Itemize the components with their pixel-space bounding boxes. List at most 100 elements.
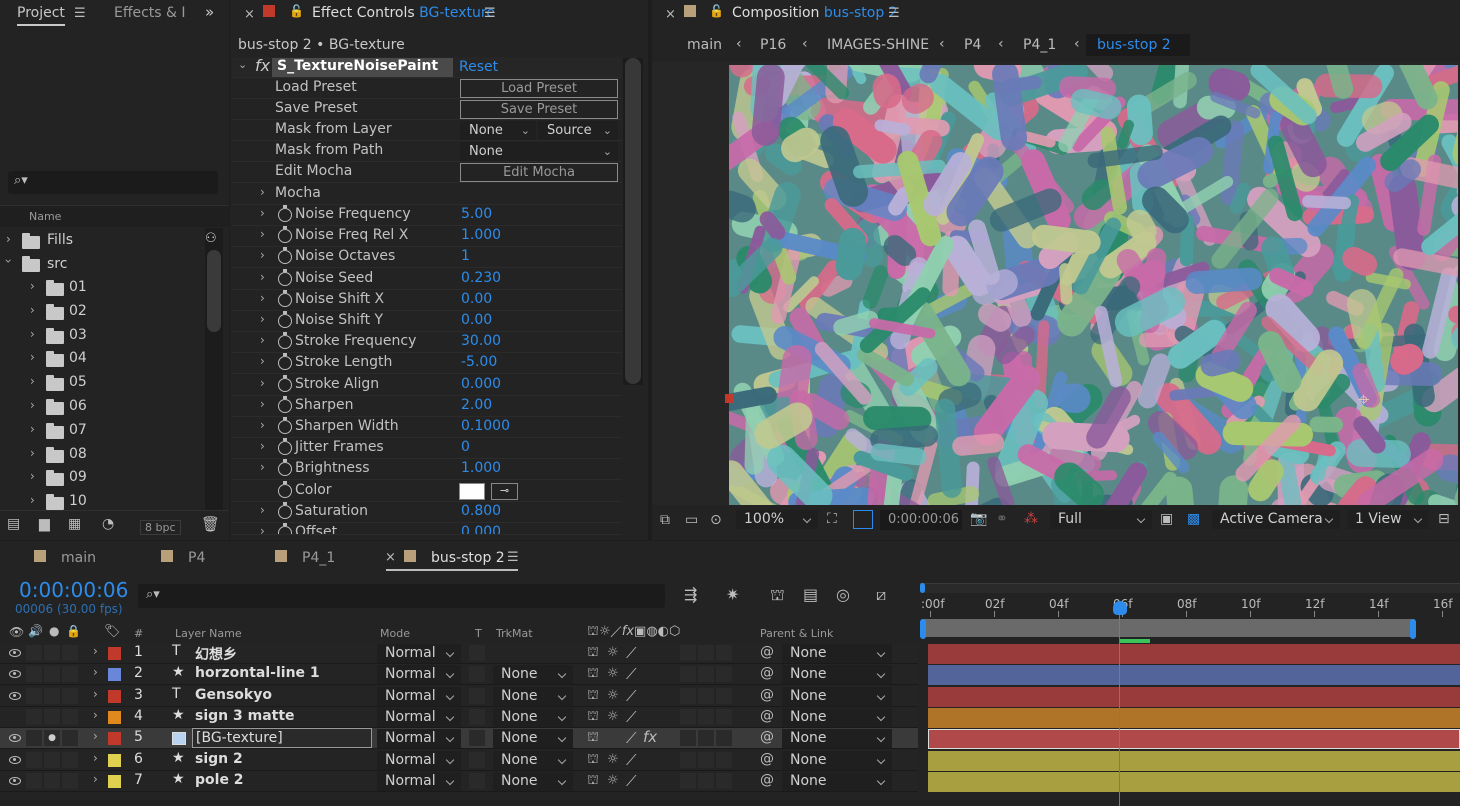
panel-menu-icon[interactable]: ☰ — [74, 6, 86, 21]
param-row[interactable]: › Offset 0.000 — [232, 523, 622, 535]
effects-scrollbar[interactable] — [623, 58, 643, 385]
param-value[interactable]: -5.00 — [461, 354, 497, 370]
tab-effect-controls[interactable]: Effect Controls BG-texture — [312, 5, 495, 21]
chevron-right-icon[interactable]: › — [30, 350, 35, 364]
param-row[interactable]: › Noise Freq Rel X 1.000 — [232, 226, 622, 248]
chevron-right-icon[interactable]: › — [93, 751, 98, 765]
chevron-down-icon[interactable]: ⌄ — [238, 58, 247, 71]
quality-icon[interactable]: ⟋ — [626, 665, 637, 683]
label-color-icon[interactable] — [108, 647, 121, 660]
chevron-right-icon[interactable]: › — [260, 524, 265, 534]
switch-toggle[interactable] — [680, 772, 696, 789]
lock-toggle[interactable] — [62, 666, 78, 683]
list-item[interactable]: › 08 — [0, 443, 204, 467]
quality-icon[interactable]: ⟋ — [626, 729, 637, 747]
shy-icon[interactable]: ⛫ — [587, 773, 599, 790]
param-row[interactable]: › Stroke Frequency 30.00 — [232, 332, 622, 354]
stopwatch-icon[interactable] — [278, 438, 292, 456]
pickwhip-icon[interactable]: @ — [760, 644, 774, 660]
crumb-p4[interactable]: P4 — [964, 37, 981, 53]
preserve-transparency-toggle[interactable] — [469, 772, 485, 789]
switch-toggle[interactable] — [680, 645, 696, 661]
solo-toggle[interactable] — [44, 666, 60, 683]
parent-dropdown[interactable]: None — [782, 729, 892, 749]
panel-menu-icon[interactable]: ☰ — [484, 6, 496, 21]
param-row[interactable]: › Noise Frequency 5.00 — [232, 205, 622, 226]
param-row[interactable]: Color ⊸ — [232, 480, 622, 502]
effect-header-row[interactable]: ⌄ fx S_TextureNoisePaint Reset — [232, 56, 622, 78]
vr-goggles-icon[interactable]: ⊙ — [710, 512, 722, 528]
chevron-right-icon[interactable]: › — [260, 418, 265, 432]
mask-source-dropdown[interactable]: Source ⌄ — [538, 121, 618, 140]
audio-toggle[interactable] — [26, 687, 42, 704]
chevron-right-icon[interactable]: › — [260, 439, 265, 453]
stopwatch-icon[interactable] — [278, 353, 292, 371]
eye-icon[interactable] — [9, 691, 21, 700]
label-color-icon[interactable] — [108, 732, 121, 746]
time-ruler[interactable]: :00f02f04f06f08f10f12f14f16f — [920, 583, 1460, 643]
trkmat-dropdown[interactable]: None — [493, 771, 573, 791]
chevron-right-icon[interactable]: › — [260, 270, 265, 284]
crumb-p16[interactable]: P16 — [760, 37, 786, 53]
audio-toggle[interactable] — [26, 730, 42, 747]
layer-duration-bar[interactable] — [928, 771, 1460, 792]
switch-toggle[interactable] — [680, 687, 696, 704]
list-item[interactable]: › 07 — [0, 419, 204, 443]
stopwatch-icon[interactable] — [278, 501, 292, 519]
quality-icon[interactable]: ⟋ — [626, 708, 637, 726]
pickwhip-icon[interactable]: @ — [760, 729, 774, 745]
lock-toggle[interactable] — [62, 708, 78, 725]
chevron-right-icon[interactable]: › — [6, 232, 11, 246]
stopwatch-icon[interactable] — [278, 480, 292, 498]
stopwatch-icon[interactable] — [278, 268, 292, 286]
new-composition-icon[interactable]: ▦ — [68, 516, 81, 532]
chevron-right-icon[interactable]: › — [260, 291, 265, 305]
layer-duration-bar[interactable] — [928, 665, 1460, 686]
layer-row[interactable]: › 2 ★ horzontal-line 1 Normal None ⛫ ☼ ⟋ @ None — [0, 664, 918, 686]
param-row[interactable]: › Noise Seed 0.230 — [232, 268, 622, 290]
project-search-input[interactable]: ⌕▾ — [8, 171, 218, 194]
param-row[interactable]: › Sharpen 2.00 — [232, 395, 622, 417]
fit-icon[interactable]: ⛶ — [827, 511, 837, 527]
fx-icon[interactable]: fx — [643, 728, 657, 746]
camera-icon[interactable]: 📷 — [970, 511, 987, 527]
reset-link[interactable]: Reset — [459, 59, 498, 75]
chevron-right-icon[interactable]: › — [260, 397, 265, 411]
switch-toggle[interactable] — [698, 645, 714, 661]
quality-icon[interactable]: ⟋ — [626, 751, 637, 769]
layer-name[interactable]: pole 2 — [192, 771, 247, 791]
pickwhip-icon[interactable]: @ — [760, 665, 774, 681]
snapshot-icon[interactable]: ⧉ — [660, 512, 670, 528]
color-management-icon[interactable]: ⚭ — [996, 511, 1008, 527]
eye-icon[interactable] — [9, 776, 21, 785]
param-row[interactable]: › Noise Shift Y 0.00 — [232, 311, 622, 332]
chevron-right-icon[interactable]: › — [260, 248, 265, 262]
effect-name[interactable]: S_TextureNoisePaint — [272, 58, 453, 77]
param-row[interactable]: › Brightness 1.000 — [232, 459, 622, 481]
switch-toggle[interactable] — [698, 751, 714, 768]
crumb-images-shine[interactable]: IMAGES-SHINE — [827, 37, 929, 53]
param-row[interactable]: › Saturation 0.800 — [232, 501, 622, 523]
mode-dropdown[interactable]: Normal — [377, 771, 461, 791]
param-value[interactable]: 0.00 — [461, 312, 492, 328]
lock-toggle[interactable] — [62, 687, 78, 704]
chevron-right-icon[interactable]: › — [260, 333, 265, 347]
continuous-rasterize-icon[interactable]: ☼ — [607, 709, 619, 724]
quality-icon[interactable]: ⟋ — [626, 772, 637, 790]
preserve-transparency-toggle[interactable] — [469, 751, 485, 768]
motion-blur-icon[interactable]: ◎ — [836, 585, 850, 604]
project-scrollbar[interactable] — [205, 228, 223, 510]
tab-main[interactable]: main — [61, 550, 96, 566]
monitor-icon[interactable]: ▭ — [685, 512, 698, 528]
crumb-main[interactable]: main — [687, 37, 722, 53]
stopwatch-icon[interactable] — [278, 374, 292, 392]
layer-duration-bar[interactable] — [928, 750, 1460, 771]
parent-dropdown[interactable]: None — [782, 771, 892, 791]
chevron-right-icon[interactable]: › — [260, 503, 265, 517]
mode-dropdown[interactable]: Normal — [377, 686, 461, 706]
shy-icon[interactable]: ⛫ — [587, 688, 599, 705]
parent-dropdown[interactable]: None — [782, 665, 892, 685]
bpc-button[interactable]: 8 bpc — [140, 520, 181, 535]
list-item[interactable]: › 05 — [0, 371, 204, 395]
tab-bus-stop-2[interactable]: bus-stop 2 — [431, 550, 505, 566]
